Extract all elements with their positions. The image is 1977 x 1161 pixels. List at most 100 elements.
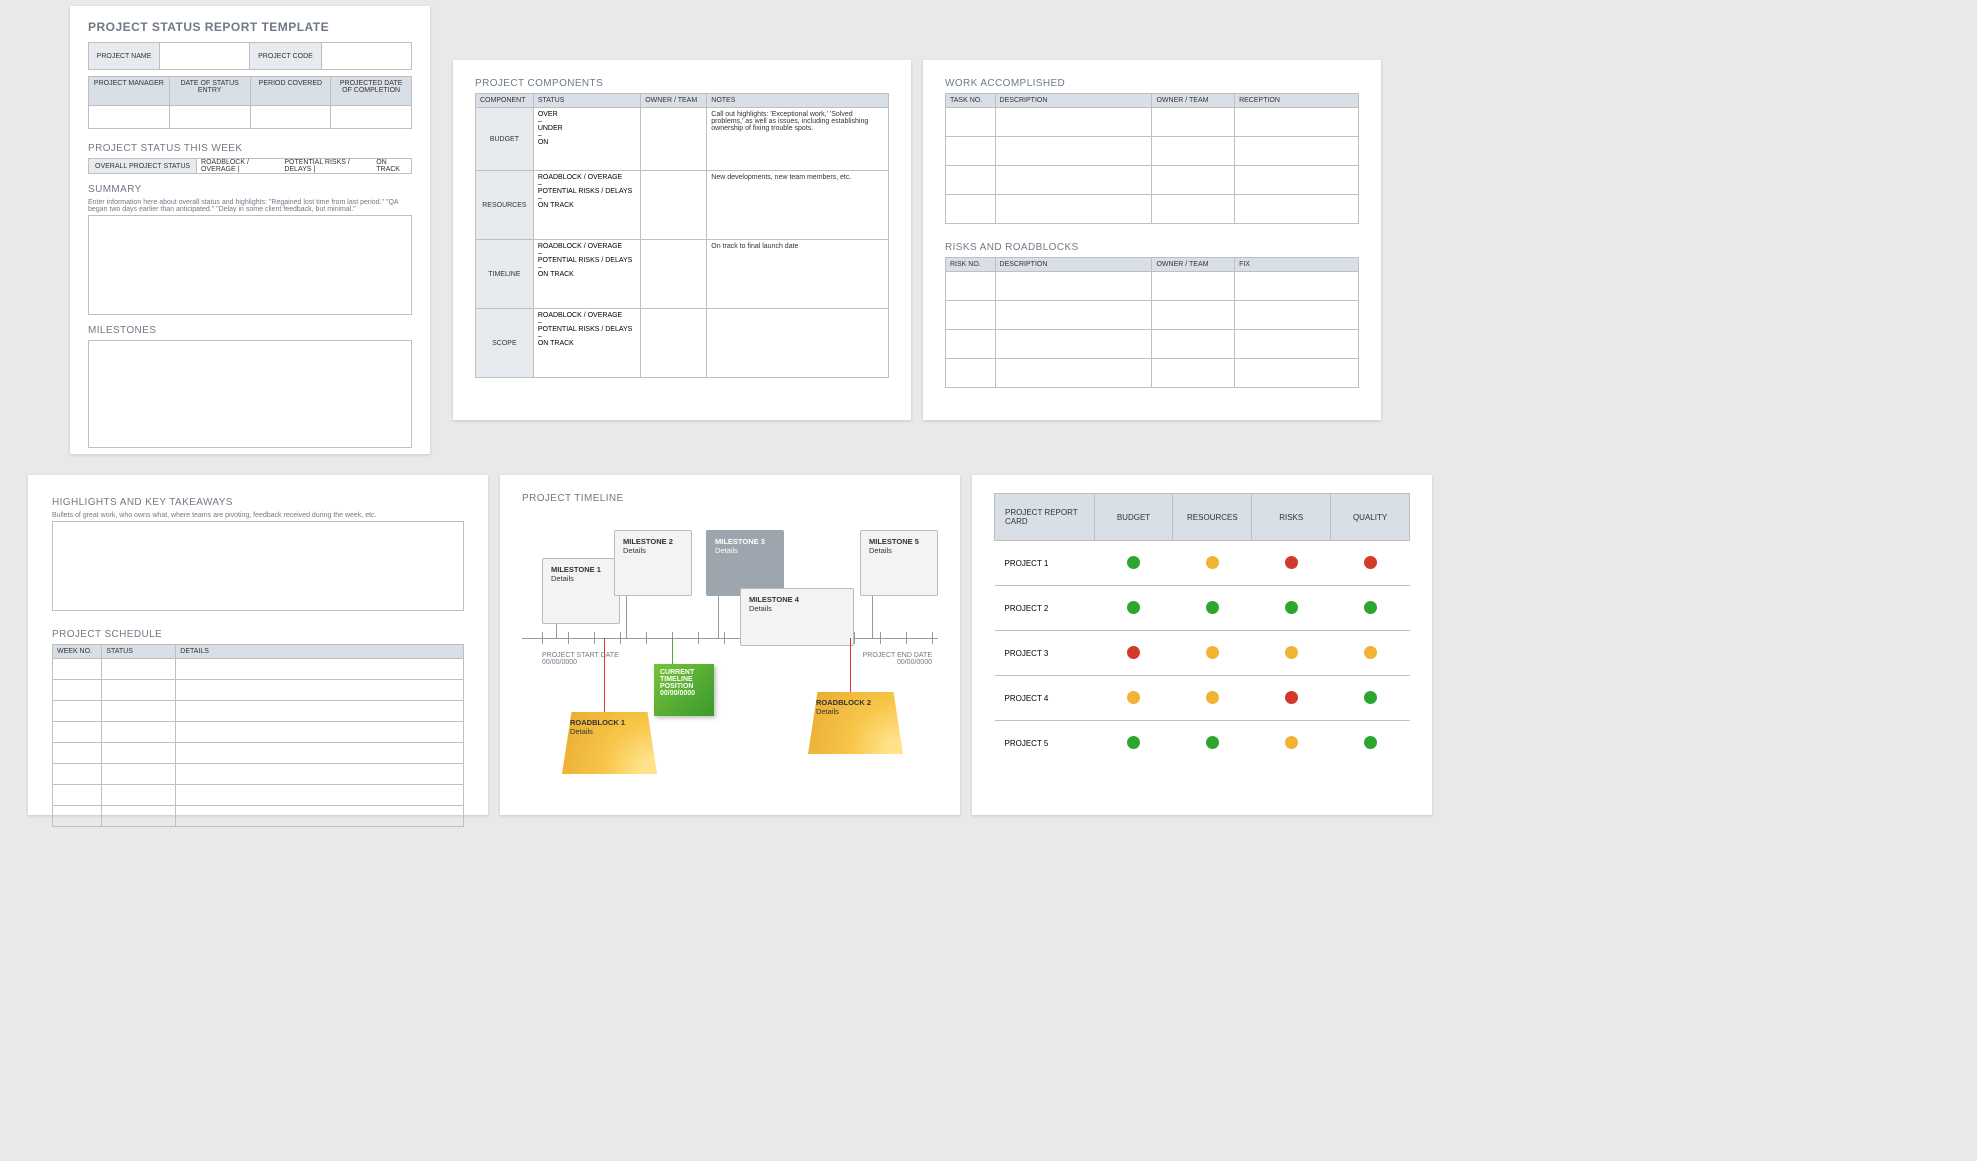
status-dot-cell — [1252, 721, 1331, 766]
table-row: PROJECT 4 — [995, 676, 1410, 721]
status-dot-cell — [1173, 541, 1252, 586]
milestone-5-card: MILESTONE 5Details — [860, 530, 938, 596]
section-work-title: WORK ACCOMPLISHED — [945, 78, 1359, 89]
timeline-area: PROJECT START DATE00/00/0000 PROJECT END… — [522, 508, 938, 788]
milestone-3-card: MILESTONE 3Details — [706, 530, 784, 596]
header-projected-completion: PROJECTED DATE OF COMPLETION — [331, 77, 412, 106]
header-owner-team-2: OWNER / TEAM — [1152, 258, 1235, 272]
milestone-4-card: MILESTONE 4Details — [740, 588, 854, 646]
status-dot-cell — [1094, 631, 1173, 676]
roadblock-1-card: ROADBLOCK 1Details — [562, 712, 657, 774]
header-component: COMPONENT — [476, 94, 534, 108]
status-dot-icon — [1364, 691, 1377, 704]
cell-timeline: TIMELINE — [476, 240, 534, 309]
cell-timeline-notes: On track to final launch date — [707, 240, 889, 309]
summary-box[interactable] — [88, 215, 412, 315]
status-dot-cell — [1173, 676, 1252, 721]
cell-resources-notes: New developments, new team members, etc. — [707, 171, 889, 240]
highlights-box[interactable] — [52, 521, 464, 611]
header-project-manager: PROJECT MANAGER — [89, 77, 170, 106]
table-row: PROJECT 5 — [995, 721, 1410, 766]
header-date-of-status-entry: DATE OF STATUS ENTRY — [169, 77, 250, 106]
status-dot-icon — [1285, 691, 1298, 704]
section-title: PROJECT TIMELINE — [522, 493, 938, 504]
table-row: PROJECT 2 — [995, 586, 1410, 631]
table-row: PROJECT 3 — [995, 631, 1410, 676]
section-highlights-title: HIGHLIGHTS AND KEY TAKEAWAYS — [52, 497, 464, 508]
current-position-card: CURRENT TIMELINE POSITION 00/00/0000 — [654, 664, 714, 716]
header-reception: RECEPTION — [1235, 94, 1359, 108]
status-dot-cell — [1094, 676, 1173, 721]
milestone-1-card: MILESTONE 1Details — [542, 558, 620, 624]
legend-roadblock: ROADBLOCK / OVERAGE | — [201, 159, 276, 173]
cell-resources: RESOURCES — [476, 171, 534, 240]
header-task-no: TASK NO. — [946, 94, 996, 108]
status-dot-icon — [1364, 601, 1377, 614]
cell-budget-notes: Call out highlights: 'Exceptional work,'… — [707, 108, 889, 171]
milestone-2-card: MILESTONE 2Details — [614, 530, 692, 596]
status-dot-icon — [1127, 691, 1140, 704]
status-dot-cell — [1173, 721, 1252, 766]
header-details: DETAILS — [176, 645, 464, 659]
label-project-code: PROJECT CODE — [250, 43, 321, 70]
table-row: PROJECT 1 — [995, 541, 1410, 586]
page-report-card: PROJECT REPORT CARD BUDGET RESOURCES RIS… — [972, 475, 1432, 815]
section-schedule-title: PROJECT SCHEDULE — [52, 629, 464, 640]
header-owner-team: OWNER / TEAM — [1152, 94, 1235, 108]
cell-scope-status: ROADBLOCK / OVERAGE – POTENTIAL RISKS / … — [533, 309, 640, 378]
header-status: STATUS — [102, 645, 176, 659]
status-dot-icon — [1127, 736, 1140, 749]
status-legend: ROADBLOCK / OVERAGE | POTENTIAL RISKS / … — [197, 159, 411, 173]
end-label: PROJECT END DATE00/00/0000 — [852, 652, 932, 666]
roadblock-2-card: ROADBLOCK 2Details — [808, 692, 903, 754]
status-dot-icon — [1285, 556, 1298, 569]
cell-timeline-status: ROADBLOCK / OVERAGE – POTENTIAL RISKS / … — [533, 240, 640, 309]
page-project-timeline: PROJECT TIMELINE PROJECT START DATE00/00… — [500, 475, 960, 815]
label-overall-status: OVERALL PROJECT STATUS — [89, 159, 197, 173]
header-week-no: WEEK NO. — [53, 645, 102, 659]
highlights-hint: Bullets of great work, who owns what, wh… — [52, 512, 464, 519]
header-budget: BUDGET — [1094, 494, 1173, 541]
status-dot-cell — [1331, 631, 1410, 676]
report-card-table: PROJECT REPORT CARD BUDGET RESOURCES RIS… — [994, 493, 1410, 765]
cell-budget: BUDGET — [476, 108, 534, 171]
status-dot-cell — [1331, 721, 1410, 766]
status-dot-icon — [1206, 646, 1219, 659]
header-fix: FIX — [1235, 258, 1359, 272]
header-notes: NOTES — [707, 94, 889, 108]
header-status: STATUS — [533, 94, 640, 108]
page-status-report: PROJECT STATUS REPORT TEMPLATE PROJECT N… — [70, 6, 430, 454]
project-name-cell: PROJECT 3 — [995, 631, 1095, 676]
cell-budget-status: OVER – UNDER – ON — [533, 108, 640, 171]
status-dot-icon — [1364, 646, 1377, 659]
project-name-cell: PROJECT 4 — [995, 676, 1095, 721]
status-dot-cell — [1094, 541, 1173, 586]
cell-scope: SCOPE — [476, 309, 534, 378]
status-dot-cell — [1331, 541, 1410, 586]
status-dot-icon — [1285, 736, 1298, 749]
status-dot-cell — [1252, 676, 1331, 721]
status-dot-cell — [1173, 586, 1252, 631]
start-label: PROJECT START DATE00/00/0000 — [542, 652, 622, 666]
section-risks-title: RISKS AND ROADBLOCKS — [945, 242, 1359, 253]
timeline-axis — [522, 638, 938, 639]
status-dot-cell — [1331, 586, 1410, 631]
status-dot-cell — [1094, 586, 1173, 631]
header-risk-no: RISK NO. — [946, 258, 996, 272]
header-period-covered: PERIOD COVERED — [250, 77, 331, 106]
milestones-box[interactable] — [88, 340, 412, 448]
header-description: DESCRIPTION — [995, 94, 1152, 108]
section-milestones: MILESTONES — [88, 325, 412, 336]
summary-hint: Enter information here about overall sta… — [88, 199, 412, 213]
page-highlights-schedule: HIGHLIGHTS AND KEY TAKEAWAYS Bullets of … — [28, 475, 488, 815]
section-title: PROJECT COMPONENTS — [475, 78, 889, 89]
legend-risks: POTENTIAL RISKS / DELAYS | — [284, 159, 368, 173]
header-owner-team: OWNER / TEAM — [641, 94, 707, 108]
status-dot-icon — [1206, 691, 1219, 704]
status-dot-icon — [1206, 736, 1219, 749]
status-dot-icon — [1206, 556, 1219, 569]
project-name-cell: PROJECT 1 — [995, 541, 1095, 586]
header-description-2: DESCRIPTION — [995, 258, 1152, 272]
legend-on-track: ON TRACK — [376, 159, 407, 173]
status-dot-icon — [1206, 601, 1219, 614]
